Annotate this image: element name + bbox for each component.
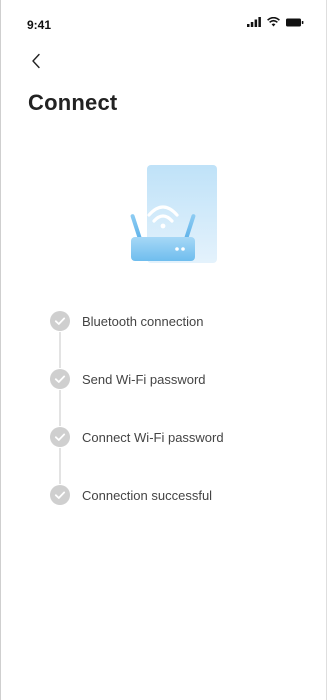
signal-icon xyxy=(247,17,261,27)
step-connection-successful: Connection successful xyxy=(49,484,309,542)
step-connect-wifi-password: Connect Wi-Fi password xyxy=(49,426,309,484)
wifi-icon xyxy=(267,17,280,27)
page-title: Connect xyxy=(28,90,118,115)
status-icons xyxy=(247,17,304,27)
router-illustration xyxy=(127,163,219,267)
battery-icon xyxy=(286,18,304,26)
back-button[interactable] xyxy=(27,50,45,72)
check-circle-icon xyxy=(49,426,71,448)
check-circle-icon xyxy=(49,368,71,390)
step-connector xyxy=(59,390,61,426)
status-bar: 9:41 xyxy=(1,0,326,44)
chevron-left-icon xyxy=(32,53,40,69)
step-send-wifi-password: Send Wi-Fi password xyxy=(49,368,309,426)
check-circle-icon xyxy=(49,310,71,332)
step-label: Connect Wi-Fi password xyxy=(82,430,224,445)
step-label: Bluetooth connection xyxy=(82,314,204,329)
step-bluetooth-connection: Bluetooth connection xyxy=(49,310,309,368)
step-connector xyxy=(59,332,61,368)
step-label: Send Wi-Fi password xyxy=(82,372,206,387)
connection-steps: Bluetooth connection Send Wi-Fi password… xyxy=(49,310,309,542)
check-circle-icon xyxy=(49,484,71,506)
step-label: Connection successful xyxy=(82,488,213,503)
router-wifi-icon xyxy=(130,165,217,263)
status-time: 9:41 xyxy=(27,18,52,32)
step-connector xyxy=(59,448,61,484)
connect-screen: 9:41 Connect Bluetooth connection Send W… xyxy=(0,0,327,700)
